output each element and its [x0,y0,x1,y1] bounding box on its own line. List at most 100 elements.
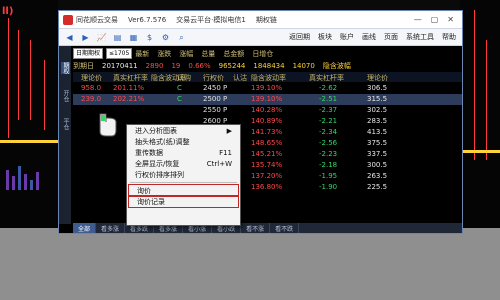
cell-theoretical: 300.5 [367,161,388,169]
app-logo-icon [63,14,73,25]
menu-item-format[interactable]: 抽头格式(纸)调整 [127,136,240,147]
maximize-icon[interactable]: ▢ [431,15,439,24]
page-title: 期权链 [255,15,277,24]
menu-item-label: 全屏显示/恢复 [135,159,180,168]
menu-item-fullscreen[interactable]: 全屏显示/恢复 Ctrl+W [127,158,240,169]
contract-select[interactable]: ≤1705 [106,48,133,59]
menu-item-label: 重传数据 [135,148,163,157]
menu-item-inquiry-record[interactable]: 询价记录 [128,195,239,208]
cell-leverage: -2.23 [319,150,338,158]
menu-item-label: 行权价排序排列 [135,170,184,179]
cell-theoretical: 263.5 [367,172,388,180]
trade-icon[interactable]: $ [144,33,155,42]
cell-iv: 137.20% [251,172,283,180]
quote-header: 日期期权 ≤1705 最新 涨跌 涨幅 总量 总金额 日增仓 [73,48,281,59]
table-row-selected[interactable]: 239.0 202.21% C 2500 P 139.10% -2.51 315… [73,94,462,105]
column-leverage[interactable]: 真实杠杆率 [113,73,148,83]
table-row[interactable]: 958.0 201.11% C 2450 P 139.10% -2.62 306… [73,83,462,94]
cell-pct: 202.21% [113,95,145,103]
tab-filter[interactable]: 看多涨 [96,223,126,233]
column-iv-put[interactable]: 隐含波动率 [251,73,286,83]
background-line [8,18,9,138]
background-line [486,40,487,160]
menu-item[interactable]: 帮助 [442,32,456,42]
oi-value: 14070 [292,61,315,70]
tab-filter[interactable]: 看不涨 [241,223,271,233]
tab-all[interactable]: 全部 [73,223,97,233]
menu-item[interactable]: 系统工具 [406,32,434,42]
chart-icon[interactable]: 📈 [96,33,107,42]
cell-strike: 2500 [203,95,221,103]
search-icon[interactable]: ⌕ [176,33,187,42]
menu-bar: 返回期 板块 账户 画线 页面 系统工具 帮助 [289,32,456,42]
grid-icon[interactable]: ▦ [128,33,139,42]
cell-theoretical: 413.5 [367,128,388,136]
cell-iv: 135.74% [251,161,283,169]
sidebar-item-options[interactable]: 期权 [61,62,70,74]
cell-theoretical: 337.5 [367,150,388,158]
cell-price: 958.0 [81,84,102,92]
label-pct: 涨幅 [179,49,194,58]
cell-leverage: -2.34 [319,128,338,136]
back-icon[interactable]: ◀ [64,33,75,42]
cell-theoretical: 375.5 [367,139,388,147]
menu-item-sort[interactable]: 行权价排序排列 [127,169,240,180]
cell-iv: 136.80% [251,183,283,191]
menu-item[interactable]: 板块 [318,32,332,42]
column-theoretical-price[interactable]: 理论价 [81,73,102,83]
expiry-value: 20170411 [102,61,138,70]
menu-item-inquiry[interactable]: 询价 [128,184,239,197]
background-bar [24,174,27,190]
forward-icon[interactable]: ▶ [80,33,91,42]
column-strike[interactable]: 行权价 [203,73,224,83]
change-value: 19 [171,61,181,70]
app-subtitle: 交易云平台·模拟电信1 [176,15,246,24]
background-line [30,40,31,120]
column-call[interactable]: 认购 [177,73,191,83]
column-leverage-put[interactable]: 真实杠杆率 [309,73,344,83]
background-bar [36,172,39,190]
cell-leverage: -2.62 [319,84,338,92]
settings-icon[interactable]: ⚙ [160,33,171,42]
minimize-icon[interactable]: — [414,15,422,24]
menu-item-shortcut: F11 [219,148,232,157]
label-oi: 日增仓 [252,49,274,58]
cell-put: P [223,84,228,92]
background-line [18,30,19,120]
cell-theoretical: 302.5 [367,106,388,114]
cell-code: C [177,84,182,92]
menu-item-reload[interactable]: 重传数据 F11 [127,147,240,158]
cell-theoretical: 306.5 [367,84,388,92]
cell-leverage: -2.51 [319,95,338,103]
cell-leverage: -1.90 [319,183,338,191]
menu-item[interactable]: 页面 [384,32,398,42]
close-icon[interactable]: ✕ [447,15,454,24]
column-put[interactable]: 认沽 [233,73,247,83]
kline-icon[interactable]: ▤ [112,33,123,42]
background-line [474,10,475,160]
cell-pct: 201.11% [113,84,145,92]
cell-iv: 140.28% [251,106,283,114]
change-pct: 0.66% [188,61,211,70]
menu-item[interactable]: 画线 [362,32,376,42]
cell-iv: 139.10% [251,95,283,103]
sidebar-item-close[interactable]: 平仓 [61,118,70,130]
menu-item-analysis-chart[interactable]: 进入分析图表 ▶ [127,125,240,136]
background-line-yellow [0,140,58,143]
implied-vol-label: 隐含波幅 [322,61,351,70]
sidebar-item-open[interactable]: 开仓 [61,90,70,102]
cell-strike: 2450 [203,84,221,92]
menu-item-label: 进入分析图表 [135,126,177,135]
label-last: 最新 [135,49,150,58]
tab-filter[interactable]: 看不跌 [270,223,300,233]
table-row[interactable]: 2550 P 140.28% -2.37 302.5 [73,105,462,116]
menu-item[interactable]: 返回期 [289,32,310,42]
column-theoretical-put[interactable]: 理论价 [367,73,388,83]
mouse-cursor-icon [99,113,117,137]
background-bar [18,166,21,190]
sidebar: 期权 开仓 平仓 [59,46,71,224]
context-menu: 进入分析图表 ▶ 抽头格式(纸)调整 重传数据 F11 全屏显示/恢复 Ctrl… [126,124,241,226]
underlying-select[interactable]: 日期期权 [73,48,104,59]
menu-item[interactable]: 账户 [340,32,354,42]
cell-strike: 2550 [203,106,221,114]
